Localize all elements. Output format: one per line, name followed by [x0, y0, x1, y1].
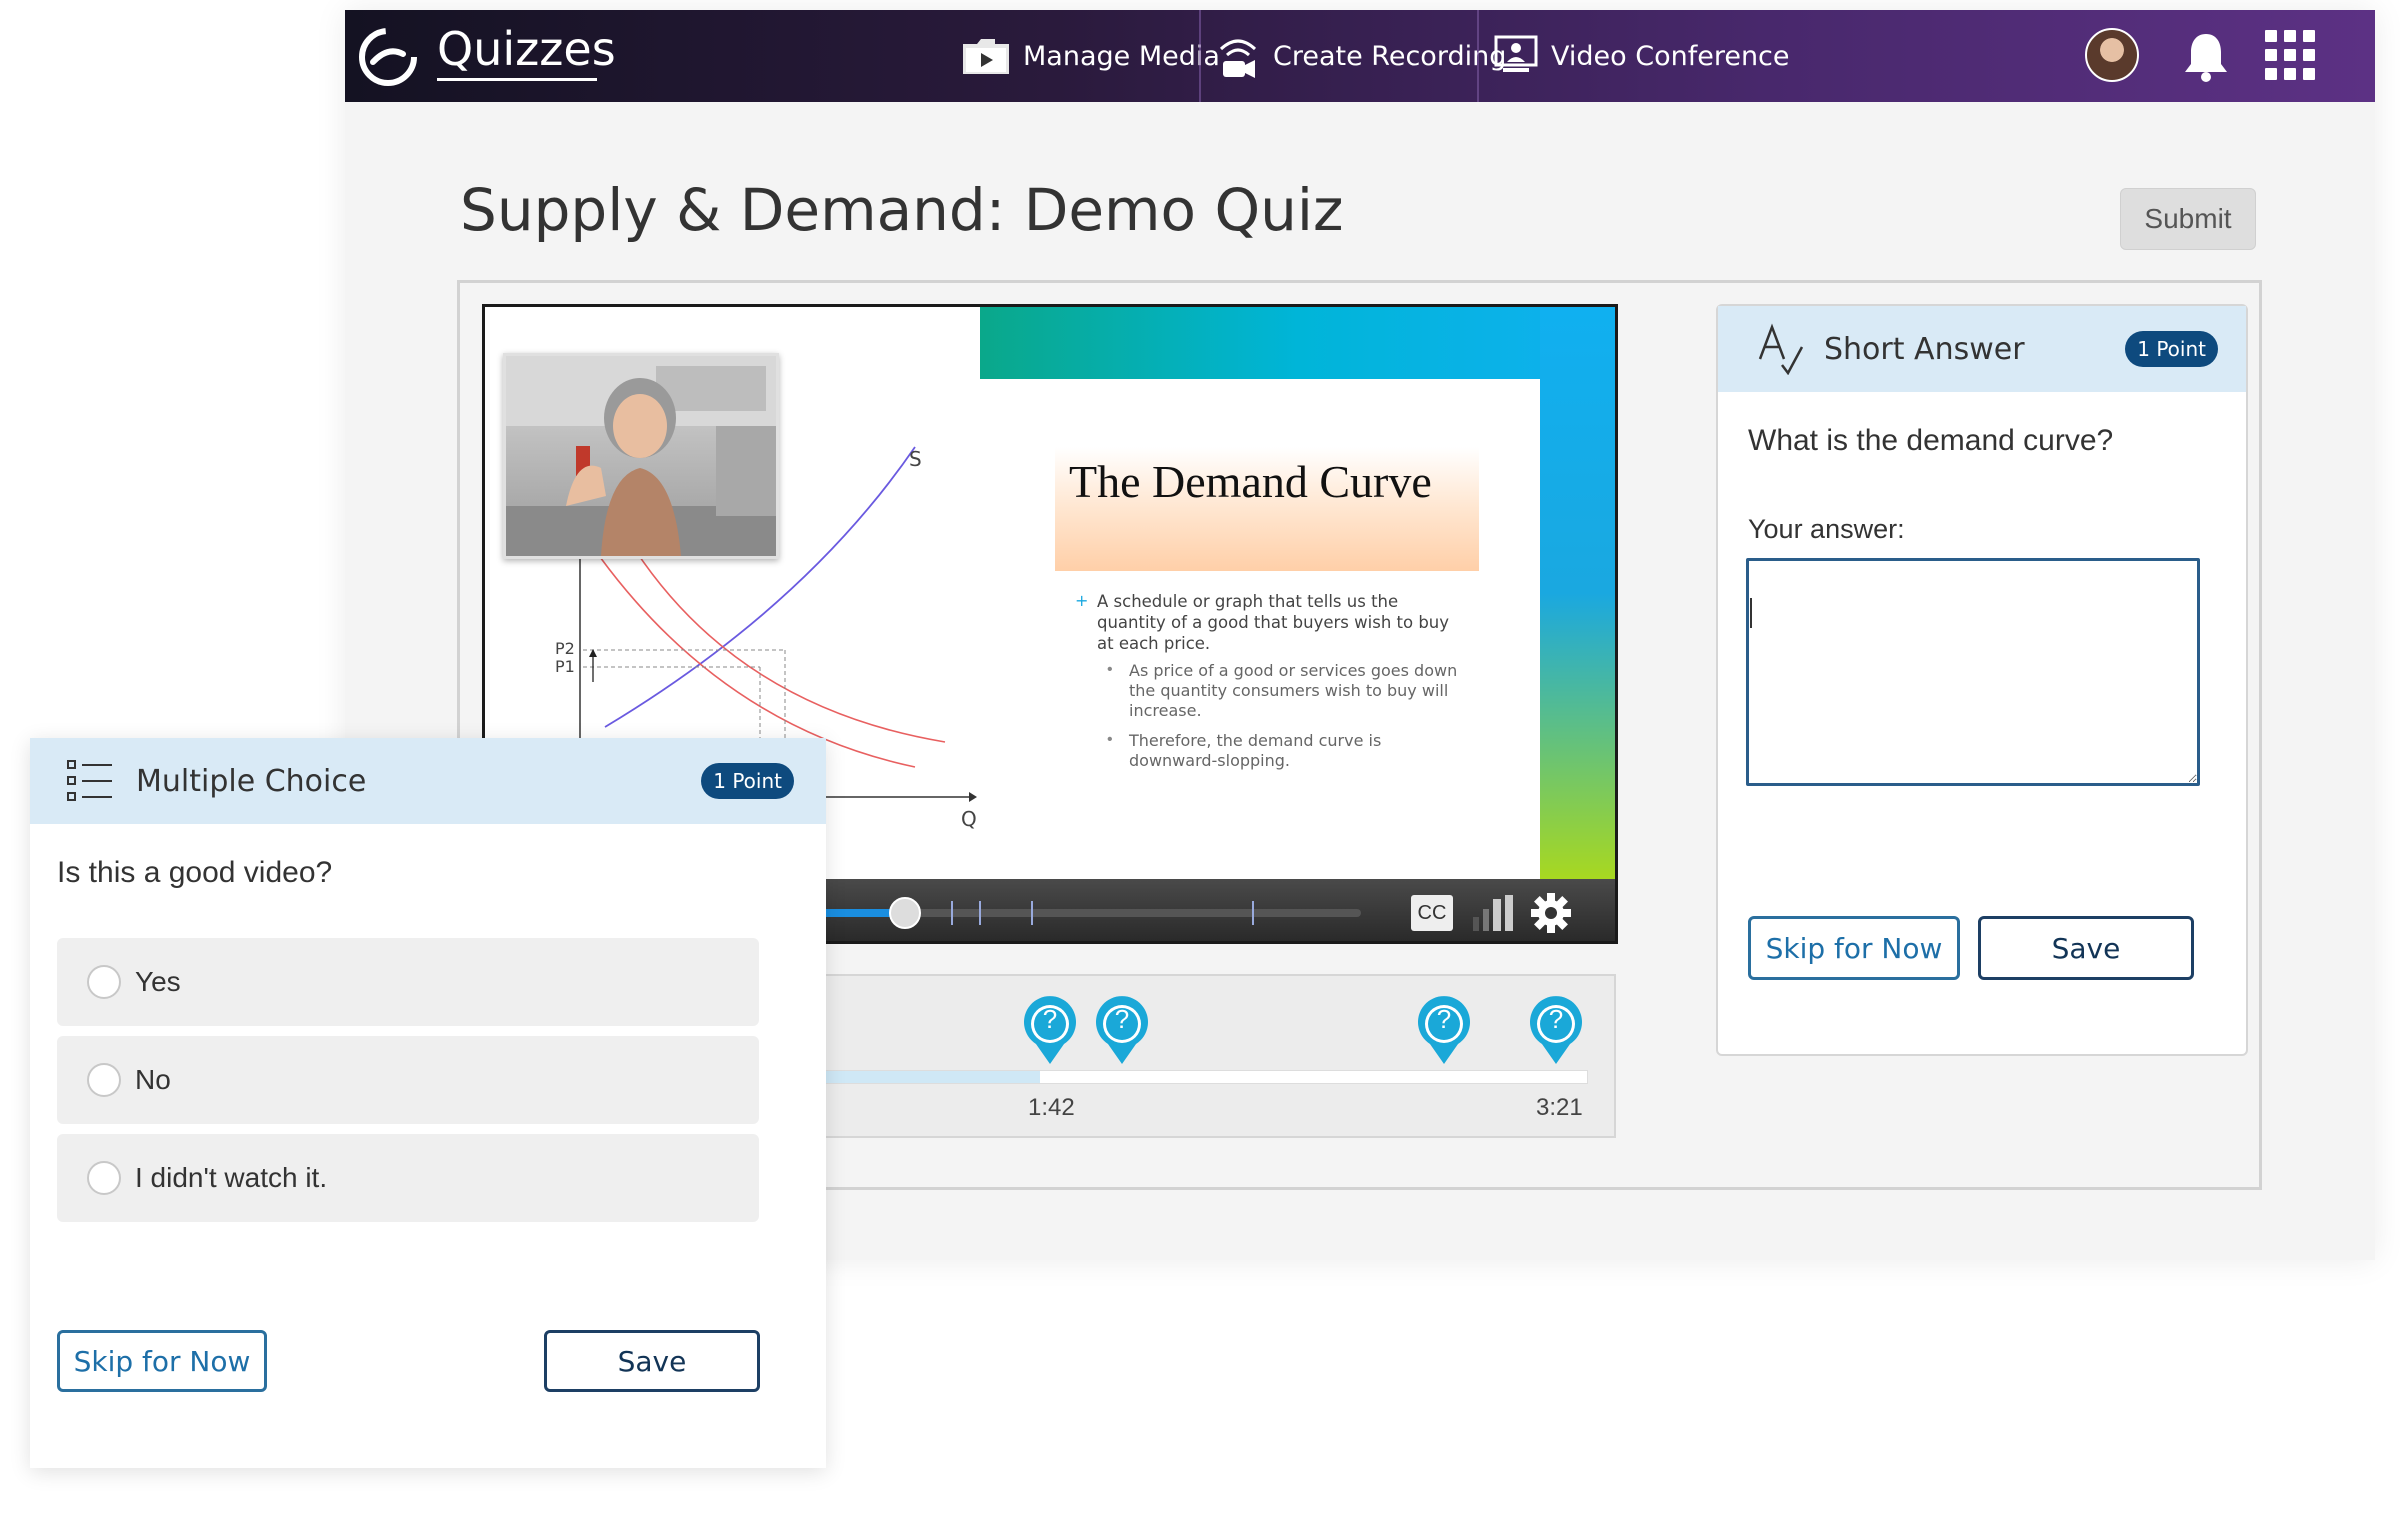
nav-manage-media[interactable]: Manage Media — [951, 10, 1230, 102]
brand-name[interactable]: Quizzes — [437, 22, 616, 76]
submit-button[interactable]: Submit — [2120, 188, 2256, 250]
media-folder-icon — [963, 39, 1009, 74]
multiple-choice-type-label: Multiple Choice — [136, 763, 367, 799]
multiple-choice-question: Is this a good video? — [57, 856, 333, 889]
app-grid-icon[interactable] — [2265, 30, 2315, 80]
save-button[interactable]: Save — [544, 1330, 760, 1392]
slide-bullet-sub1: As price of a good or services goes down… — [1129, 661, 1458, 720]
pin-glyph: ? — [1042, 1004, 1058, 1034]
timeline-time-label: 3:21 — [1536, 1094, 1583, 1121]
slide-decoration-right — [1540, 307, 1615, 879]
bullet-dot-icon: • — [1107, 731, 1113, 748]
quiz-cue-tick — [951, 901, 953, 925]
pin-glyph: ? — [1436, 1004, 1452, 1034]
short-answer-panel: Short Answer 1 Point What is the demand … — [1716, 304, 2248, 1056]
answer-option-didnt-watch[interactable]: I didn't watch it. — [57, 1134, 759, 1222]
quiz-timeline: ? ? ? ? 1:42 3:21 — [740, 974, 1616, 1138]
quizzes-logo-icon[interactable] — [357, 26, 419, 88]
nav-divider — [1477, 10, 1479, 102]
presenter-webcam — [503, 353, 779, 559]
skip-for-now-button[interactable]: Skip for Now — [1748, 916, 1960, 980]
pin-glyph: ? — [1114, 1004, 1130, 1034]
option-label: No — [135, 1064, 171, 1095]
presenter-image — [506, 356, 776, 556]
brand-underline — [437, 78, 597, 81]
multiple-choice-header: Multiple Choice 1 Point — [30, 738, 826, 824]
quiz-cue-tick — [979, 901, 981, 925]
nav-label-create-recording: Create Recording — [1273, 40, 1507, 72]
quiz-cue-tick — [1031, 901, 1033, 925]
bullet-dot-icon: • — [1107, 661, 1113, 678]
list-icon — [67, 760, 112, 801]
question-pin-icon[interactable]: ? — [1526, 994, 1586, 1066]
slide-title: The Demand Curve — [1055, 447, 1479, 571]
closed-captions-button[interactable]: CC — [1411, 895, 1453, 931]
nav-create-recording[interactable]: Create Recording — [1205, 10, 1516, 102]
multiple-choice-panel: Multiple Choice 1 Point Is this a good v… — [30, 738, 826, 1468]
answer-option-no[interactable]: No — [57, 1036, 759, 1124]
nav-video-conference[interactable]: Video Conference — [1483, 10, 1800, 102]
page-title: Supply & Demand: Demo Quiz — [460, 176, 1344, 244]
radio-button[interactable] — [87, 1161, 121, 1195]
settings-gear-icon[interactable] — [1529, 891, 1573, 935]
slide-bullet-sub2: Therefore, the demand curve is downward-… — [1129, 731, 1382, 770]
short-answer-icon — [1758, 323, 1804, 375]
nav-divider — [1199, 10, 1201, 102]
volume-icon[interactable] — [1471, 893, 1515, 933]
quiz-cue-tick — [1252, 901, 1254, 925]
graph-label-p2: P2 — [555, 639, 575, 658]
skip-for-now-button[interactable]: Skip for Now — [57, 1330, 267, 1392]
nav-label-video-conference: Video Conference — [1551, 40, 1790, 72]
bell-icon[interactable] — [2181, 30, 2231, 84]
answer-option-yes[interactable]: Yes — [57, 938, 759, 1026]
short-answer-type-label: Short Answer — [1824, 331, 2025, 367]
bullet-plus-icon: + — [1075, 591, 1089, 610]
radio-button[interactable] — [87, 965, 121, 999]
short-answer-header: Short Answer 1 Point — [1718, 306, 2246, 392]
answer-textarea[interactable] — [1746, 558, 2200, 786]
answer-label: Your answer: — [1748, 514, 1905, 544]
nav-label-manage-media: Manage Media — [1023, 40, 1220, 72]
slide-decoration-top — [980, 307, 1615, 379]
question-pin-icon[interactable]: ? — [1020, 994, 1080, 1066]
video-conference-icon — [1494, 35, 1538, 72]
option-label: I didn't watch it. — [135, 1162, 328, 1193]
option-label: Yes — [135, 966, 181, 997]
save-button[interactable]: Save — [1978, 916, 2194, 980]
progress-scrubber[interactable] — [889, 897, 921, 929]
question-pin-icon[interactable]: ? — [1092, 994, 1152, 1066]
short-answer-question: What is the demand curve? — [1748, 424, 2114, 457]
graph-label-s: S — [909, 447, 922, 471]
text-cursor — [1750, 598, 1752, 628]
timeline-time-label: 1:42 — [1028, 1094, 1075, 1121]
points-badge: 1 Point — [2125, 331, 2218, 367]
recording-icon — [1219, 39, 1257, 78]
question-pin-icon[interactable]: ? — [1414, 994, 1474, 1066]
slide-bullet-main: A schedule or graph that tells us the qu… — [1097, 592, 1450, 653]
pin-glyph: ? — [1548, 1004, 1564, 1034]
radio-button[interactable] — [87, 1063, 121, 1097]
user-avatar[interactable] — [2085, 28, 2139, 82]
graph-label-q: Q — [961, 807, 977, 831]
graph-label-p1: P1 — [555, 657, 575, 676]
points-badge: 1 Point — [701, 763, 794, 799]
top-navigation-bar: Quizzes Manage Media Create Recording Vi… — [345, 10, 2375, 102]
